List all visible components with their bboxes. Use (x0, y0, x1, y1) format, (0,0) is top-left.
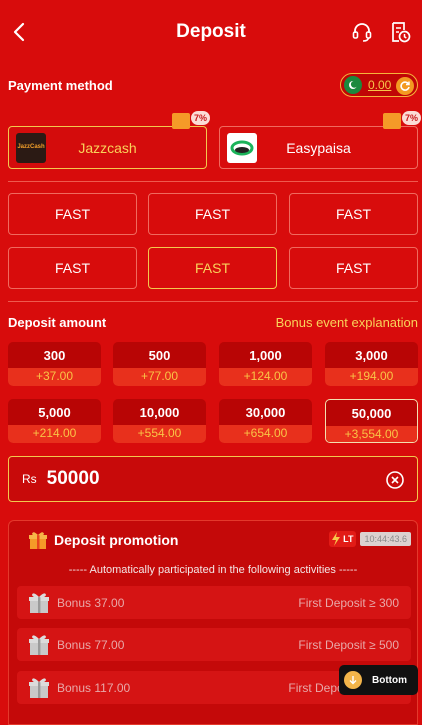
gift-box-icon (29, 593, 49, 613)
divider (8, 181, 418, 182)
amount-option-3000[interactable]: 3,000 +194.00 (325, 342, 418, 386)
easypaisa-logo-icon (227, 133, 257, 163)
deposit-history-icon[interactable] (388, 20, 412, 44)
amount-option-300[interactable]: 300 +37.00 (8, 342, 101, 386)
amount-option-1000[interactable]: 1,000 +124.00 (219, 342, 312, 386)
bonus-percent-badge: 7% (383, 111, 421, 129)
header-bar: Deposit (0, 0, 422, 64)
deposit-promotion-title: Deposit promotion (54, 532, 179, 548)
customer-service-headset-icon[interactable] (350, 20, 374, 44)
channel-option-selected[interactable]: FAST (148, 247, 277, 289)
amount-option-10000[interactable]: 10,000 +554.00 (113, 399, 206, 443)
lightning-icon (332, 532, 341, 546)
channel-option[interactable]: FAST (8, 247, 137, 289)
channel-option[interactable]: FAST (289, 247, 418, 289)
clear-input-icon[interactable] (385, 470, 405, 490)
gift-icon (383, 113, 401, 129)
balance-display: 0.00 (340, 73, 418, 97)
auto-participation-note: ----- Automatically participated in the … (68, 564, 358, 576)
channel-option[interactable]: FAST (8, 193, 137, 235)
payment-method-easypaisa[interactable]: Easypaisa 7% (219, 111, 421, 169)
promotion-row: Bonus 37.00 First Deposit ≥ 300 (17, 586, 411, 619)
page-title: Deposit (176, 21, 246, 42)
deposit-amount-input[interactable] (46, 468, 347, 490)
bonus-event-explanation-link[interactable]: Bonus event explanation (276, 315, 418, 330)
divider (8, 301, 418, 302)
amount-option-30000[interactable]: 30,000 +654.00 (219, 399, 312, 443)
balance-value: 0.00 (368, 78, 392, 92)
deposit-amount-label: Deposit amount (8, 315, 107, 330)
currency-label: Rs (22, 472, 37, 486)
back-arrow-icon[interactable] (8, 20, 30, 44)
amount-option-50000-selected[interactable]: 50,000 +3,554.00 (325, 399, 418, 443)
refresh-balance-icon[interactable] (396, 77, 414, 95)
gift-icon (172, 113, 190, 129)
gift-icon (29, 532, 47, 549)
deposit-amount-field: Rs (8, 456, 418, 502)
channel-option[interactable]: FAST (289, 193, 418, 235)
gift-box-icon (29, 678, 49, 698)
limited-time-tag: LT (329, 531, 357, 547)
bonus-percent-badge: 7% (172, 111, 210, 129)
scroll-to-bottom-button[interactable]: Bottom (339, 665, 418, 695)
payment-method-label: Payment method (8, 78, 113, 93)
countdown-timer: 10:44:43.6 (360, 532, 411, 546)
gift-box-icon (29, 635, 49, 655)
amount-option-500[interactable]: 500 +77.00 (113, 342, 206, 386)
jazzcash-logo-icon: JazzCash (16, 133, 46, 163)
amount-option-5000[interactable]: 5,000 +214.00 (8, 399, 101, 443)
pakistan-flag-icon (344, 76, 362, 94)
limited-time-timer: LT 10:44:43.6 (329, 530, 411, 548)
payment-method-jazzcash[interactable]: JazzCash Jazzcash 7% (8, 111, 210, 169)
promotion-row: Bonus 77.00 First Deposit ≥ 500 (17, 628, 411, 661)
channel-option[interactable]: FAST (148, 193, 277, 235)
arrow-down-icon (344, 671, 362, 689)
